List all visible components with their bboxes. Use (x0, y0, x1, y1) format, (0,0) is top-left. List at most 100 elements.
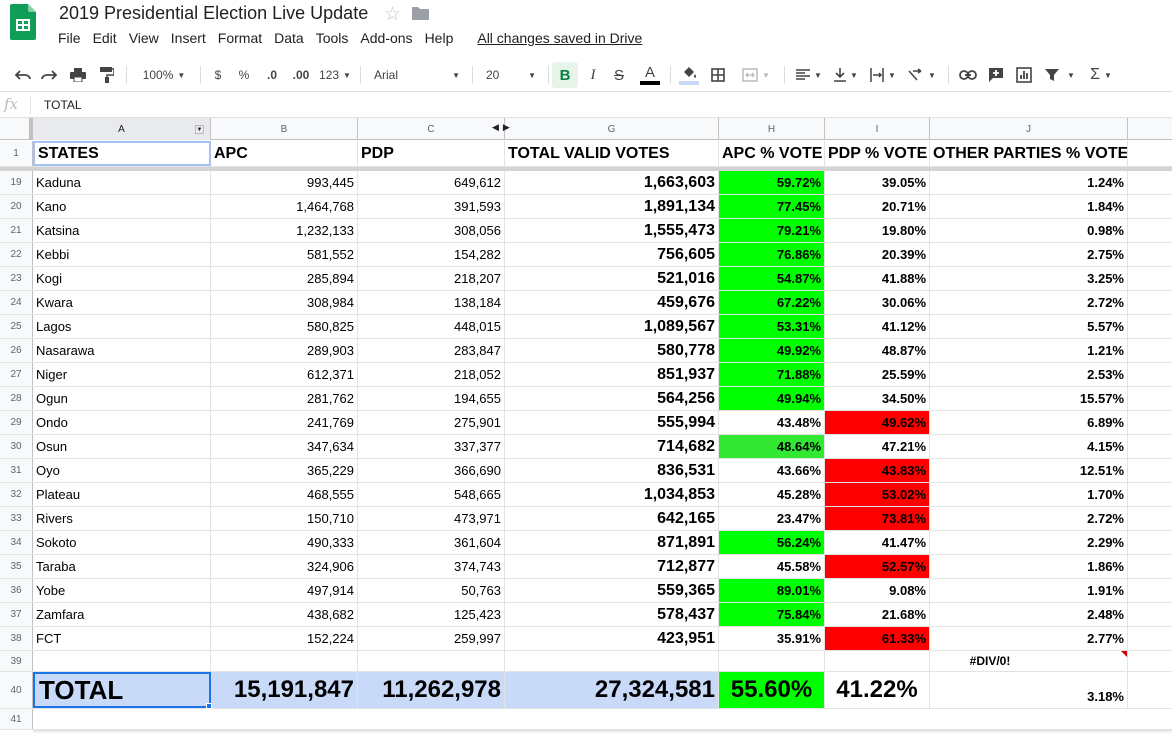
pdp-pct-cell[interactable]: 19.80% (825, 219, 930, 242)
column-header-h[interactable]: H (719, 118, 825, 140)
pdp-pct-cell[interactable]: 53.02% (825, 483, 930, 506)
apc-votes-cell[interactable]: 324,906 (211, 555, 358, 578)
header-cell-pdp[interactable]: PDP (358, 141, 505, 166)
folder-icon[interactable] (412, 7, 429, 20)
insert-comment-icon[interactable] (984, 58, 1008, 92)
header-cell-apc-pct[interactable]: APC % VOTE (719, 141, 825, 166)
pdp-pct-cell[interactable]: 41.47% (825, 531, 930, 554)
column-header-c[interactable]: C (358, 118, 505, 140)
total-votes-cell[interactable]: 1,891,134 (505, 195, 719, 218)
formula-input[interactable]: TOTAL (44, 98, 82, 112)
percent-format-button[interactable]: % (234, 58, 254, 92)
pdp-votes-cell[interactable]: 154,282 (358, 243, 505, 266)
state-cell[interactable]: Ondo (33, 411, 211, 434)
decrease-decimal-button[interactable]: .0 (260, 58, 284, 92)
apc-votes-cell[interactable]: 241,769 (211, 411, 358, 434)
row-number[interactable]: 35 (0, 555, 33, 578)
column-dropdown-icon[interactable]: ▼ (195, 125, 204, 134)
header-cell-total-valid-votes[interactable]: TOTAL VALID VOTES (505, 141, 719, 166)
apc-votes-cell[interactable]: 438,682 (211, 603, 358, 626)
other-pct-cell[interactable]: 2.53% (930, 363, 1128, 386)
row-number[interactable]: 20 (0, 195, 33, 218)
total-votes-cell[interactable]: 642,165 (505, 507, 719, 530)
other-pct-cell[interactable]: 2.75% (930, 243, 1128, 266)
state-cell[interactable]: Nasarawa (33, 339, 211, 362)
total-other-pct-cell[interactable]: 3.18% (930, 672, 1128, 708)
menu-tools[interactable]: Tools (316, 30, 349, 48)
functions-icon[interactable]: Σ ▼ (1084, 58, 1118, 92)
pdp-votes-cell[interactable]: 218,207 (358, 267, 505, 290)
total-votes-cell[interactable]: 559,365 (505, 579, 719, 602)
apc-pct-cell[interactable]: 77.45% (719, 195, 825, 218)
other-pct-cell[interactable]: 2.72% (930, 291, 1128, 314)
cell[interactable] (211, 651, 358, 671)
other-pct-cell[interactable]: 1.70% (930, 483, 1128, 506)
pdp-votes-cell[interactable]: 649,612 (358, 171, 505, 194)
state-cell[interactable]: Oyo (33, 459, 211, 482)
apc-votes-cell[interactable]: 308,984 (211, 291, 358, 314)
apc-votes-cell[interactable]: 347,634 (211, 435, 358, 458)
apc-pct-cell[interactable]: 53.31% (719, 315, 825, 338)
filter-icon[interactable]: ▼ (1040, 58, 1080, 92)
row-number[interactable]: 26 (0, 339, 33, 362)
row-number[interactable]: 19 (0, 171, 33, 194)
row-number[interactable]: 36 (0, 579, 33, 602)
menu-addons[interactable]: Add-ons (360, 30, 412, 48)
total-votes-cell[interactable]: 756,605 (505, 243, 719, 266)
row-number[interactable]: 25 (0, 315, 33, 338)
apc-pct-cell[interactable]: 75.84% (719, 603, 825, 626)
apc-pct-cell[interactable]: 71.88% (719, 363, 825, 386)
pdp-votes-cell[interactable]: 283,847 (358, 339, 505, 362)
state-cell[interactable]: Katsina (33, 219, 211, 242)
state-cell[interactable]: Kwara (33, 291, 211, 314)
pdp-pct-cell[interactable]: 43.83% (825, 459, 930, 482)
document-title[interactable]: 2019 Presidential Election Live Update (59, 3, 368, 24)
pdp-pct-cell[interactable]: 47.21% (825, 435, 930, 458)
total-votes-cell[interactable]: 1,034,853 (505, 483, 719, 506)
pdp-pct-cell[interactable]: 34.50% (825, 387, 930, 410)
total-votes-cell[interactable]: 836,531 (505, 459, 719, 482)
apc-votes-cell[interactable]: 993,445 (211, 171, 358, 194)
row-number[interactable]: 31 (0, 459, 33, 482)
apc-pct-cell[interactable]: 35.91% (719, 627, 825, 650)
cell[interactable] (719, 651, 825, 671)
pdp-votes-cell[interactable]: 366,690 (358, 459, 505, 482)
other-pct-cell[interactable]: 15.57% (930, 387, 1128, 410)
row-number[interactable]: 23 (0, 267, 33, 290)
state-cell[interactable]: Sokoto (33, 531, 211, 554)
column-header-a[interactable]: A ▼ (33, 118, 211, 140)
pdp-pct-cell[interactable]: 49.62% (825, 411, 930, 434)
menu-file[interactable]: File (58, 30, 81, 48)
pdp-pct-cell[interactable]: 52.57% (825, 555, 930, 578)
pdp-pct-cell[interactable]: 48.87% (825, 339, 930, 362)
state-cell[interactable]: Kaduna (33, 171, 211, 194)
pdp-pct-cell[interactable]: 9.08% (825, 579, 930, 602)
other-pct-cell[interactable]: 2.72% (930, 507, 1128, 530)
pdp-votes-cell[interactable]: 138,184 (358, 291, 505, 314)
header-cell-pdp-pct[interactable]: PDP % VOTE (825, 141, 930, 166)
pdp-votes-cell[interactable]: 337,377 (358, 435, 505, 458)
apc-pct-cell[interactable]: 79.21% (719, 219, 825, 242)
horizontal-scrollbar[interactable] (33, 730, 1172, 733)
pdp-votes-cell[interactable]: 361,604 (358, 531, 505, 554)
row-number[interactable]: 22 (0, 243, 33, 266)
menu-view[interactable]: View (129, 30, 159, 48)
row-number[interactable]: 32 (0, 483, 33, 506)
apc-votes-cell[interactable]: 1,464,768 (211, 195, 358, 218)
other-pct-cell[interactable]: 1.91% (930, 579, 1128, 602)
other-pct-cell[interactable]: 3.25% (930, 267, 1128, 290)
undo-icon[interactable] (12, 58, 34, 92)
state-cell[interactable]: Kebbi (33, 243, 211, 266)
apc-votes-cell[interactable]: 150,710 (211, 507, 358, 530)
apc-votes-cell[interactable]: 285,894 (211, 267, 358, 290)
state-cell[interactable]: FCT (33, 627, 211, 650)
pdp-pct-cell[interactable]: 73.81% (825, 507, 930, 530)
state-cell[interactable]: Kogi (33, 267, 211, 290)
cell[interactable] (33, 651, 211, 671)
state-cell[interactable]: Lagos (33, 315, 211, 338)
total-votes-cell[interactable]: 459,676 (505, 291, 719, 314)
apc-pct-cell[interactable]: 89.01% (719, 579, 825, 602)
state-cell[interactable]: Plateau (33, 483, 211, 506)
insert-chart-icon[interactable] (1012, 58, 1036, 92)
pdp-votes-cell[interactable]: 125,423 (358, 603, 505, 626)
